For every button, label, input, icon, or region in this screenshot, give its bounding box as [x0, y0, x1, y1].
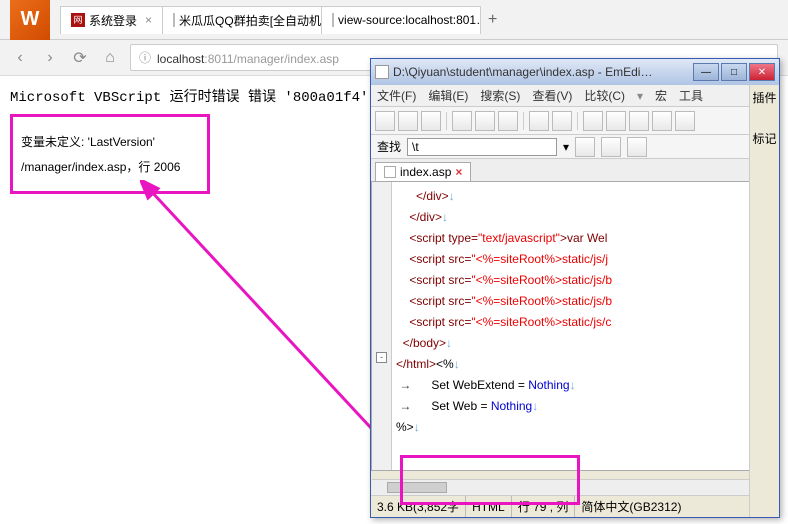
- menu-search[interactable]: 搜索(S): [480, 87, 520, 104]
- tab-label: 系统登录: [89, 12, 137, 29]
- file-tab[interactable]: index.asp ×: [375, 162, 471, 181]
- new-tab-button[interactable]: +: [480, 11, 505, 29]
- page-icon: [173, 13, 175, 27]
- save-icon[interactable]: [421, 111, 441, 131]
- dropdown-icon[interactable]: ▾: [563, 140, 569, 154]
- toolbar-icon[interactable]: [629, 111, 649, 131]
- new-file-icon[interactable]: [375, 111, 395, 131]
- error-message: 变量未定义: 'LastVersion': [21, 133, 199, 150]
- side-plugins[interactable]: 插件: [752, 89, 776, 106]
- tabs-container: 网 系统登录 × 米瓜瓜QQ群拍卖[全自动机… view-source:loca…: [60, 5, 505, 35]
- tab-label: view-source:localhost:801…: [338, 13, 481, 27]
- status-position: 行 79 , 列: [512, 496, 576, 517]
- search-input[interactable]: [407, 138, 557, 156]
- menu-compare[interactable]: 比较(C): [584, 87, 625, 104]
- search-next-icon[interactable]: [601, 137, 621, 157]
- home-button[interactable]: ⌂: [100, 48, 120, 68]
- back-button[interactable]: ‹: [10, 48, 30, 68]
- editor-titlebar[interactable]: D:\Qiyuan\student\manager\index.asp - Em…: [371, 59, 779, 85]
- menu-tools[interactable]: 工具: [679, 87, 703, 104]
- close-icon[interactable]: ×: [455, 165, 462, 179]
- editor-side-panel: 插件 标记: [749, 85, 779, 517]
- page-icon: [332, 13, 334, 27]
- tab-label: 米瓜瓜QQ群拍卖[全自动机…: [179, 12, 322, 29]
- fold-icon[interactable]: -: [376, 352, 387, 363]
- tab-1[interactable]: 网 系统登录 ×: [60, 6, 163, 34]
- tab-3[interactable]: view-source:localhost:801… ×: [321, 6, 481, 34]
- editor-window: D:\Qiyuan\student\manager\index.asp - Em…: [370, 58, 780, 518]
- favicon-icon: 网: [71, 13, 85, 27]
- editor-menubar: 文件(F) 编辑(E) 搜索(S) 查看(V) 比较(C) ▾ 宏 工具: [371, 85, 779, 107]
- menu-dropdown-icon[interactable]: ▾: [637, 89, 643, 103]
- editor-toolbar: [371, 107, 779, 135]
- editor-statusbar: 3.6 KB(3,852字 HTML 行 79 , 列 简体中文(GB2312): [371, 495, 779, 517]
- close-icon[interactable]: ×: [145, 13, 152, 27]
- error-highlight-box: 变量未定义: 'LastVersion' /manager/index.asp，…: [10, 114, 210, 194]
- redo-icon[interactable]: [552, 111, 572, 131]
- cut-icon[interactable]: [452, 111, 472, 131]
- maximize-button[interactable]: □: [721, 63, 747, 81]
- menu-file[interactable]: 文件(F): [377, 87, 416, 104]
- tab-2[interactable]: 米瓜瓜QQ群拍卖[全自动机…: [162, 6, 322, 34]
- open-file-icon[interactable]: [398, 111, 418, 131]
- search-label: 查找: [377, 138, 401, 155]
- site-info-icon[interactable]: ⓘ: [139, 49, 151, 66]
- status-size: 3.6 KB(3,852字: [371, 496, 466, 517]
- file-tab-label: index.asp: [400, 165, 451, 179]
- copy-icon[interactable]: [475, 111, 495, 131]
- paste-icon[interactable]: [498, 111, 518, 131]
- reload-button[interactable]: ⟳: [70, 48, 90, 68]
- file-icon: [384, 166, 396, 178]
- url-text: localhost:8011/manager/index.asp: [157, 50, 339, 66]
- editor-search-bar: 查找 ▾ »: [371, 135, 779, 159]
- horizontal-scrollbar[interactable]: [372, 479, 763, 495]
- forward-button[interactable]: ›: [40, 48, 60, 68]
- search-close-icon[interactable]: [627, 137, 647, 157]
- status-type: HTML: [466, 496, 512, 517]
- toolbar-icon[interactable]: [583, 111, 603, 131]
- editor-file-tabs: index.asp ×: [371, 159, 779, 181]
- minimize-button[interactable]: —: [693, 63, 719, 81]
- toolbar-icon[interactable]: [606, 111, 626, 131]
- menu-edit[interactable]: 编辑(E): [428, 87, 468, 104]
- editor-app-icon: [375, 65, 389, 79]
- app-icon: W: [10, 0, 50, 40]
- menu-view[interactable]: 查看(V): [532, 87, 572, 104]
- side-marks[interactable]: 标记: [752, 130, 776, 147]
- toolbar-icon[interactable]: [652, 111, 672, 131]
- code-gutter: -: [372, 182, 392, 470]
- browser-tab-strip: W 网 系统登录 × 米瓜瓜QQ群拍卖[全自动机… view-source:lo…: [0, 0, 788, 40]
- window-close-button[interactable]: ✕: [749, 63, 775, 81]
- error-location: /manager/index.asp，行 2006: [21, 158, 199, 175]
- code-editor[interactable]: - </div>↓ </div>↓ <script type="text/jav…: [371, 181, 779, 471]
- menu-macro[interactable]: 宏: [655, 87, 667, 104]
- undo-icon[interactable]: [529, 111, 549, 131]
- toolbar-icon[interactable]: [675, 111, 695, 131]
- search-prev-icon[interactable]: [575, 137, 595, 157]
- editor-title-text: D:\Qiyuan\student\manager\index.asp - Em…: [393, 65, 689, 79]
